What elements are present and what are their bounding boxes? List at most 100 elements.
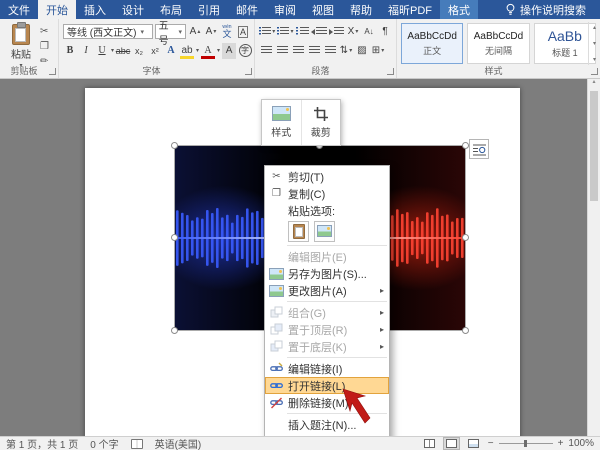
zoom-out-button[interactable]: − bbox=[488, 438, 494, 449]
copy-button[interactable]: ❐ bbox=[40, 40, 49, 53]
subscript-button[interactable]: x₂ bbox=[132, 43, 146, 59]
menu-item-copy[interactable]: ❐ 复制(C) bbox=[265, 185, 389, 202]
paste-button[interactable]: 粘贴 ▾ bbox=[4, 22, 38, 69]
menu-item-bring-to-front[interactable]: 置于顶层(R) ▸ bbox=[265, 321, 389, 338]
tab-mailings[interactable]: 邮件 bbox=[228, 0, 266, 19]
tab-layout[interactable]: 布局 bbox=[152, 0, 190, 19]
align-left-button[interactable] bbox=[259, 43, 273, 59]
italic-button[interactable]: I bbox=[79, 43, 93, 59]
character-shading-button[interactable]: A bbox=[222, 43, 236, 59]
font-size-combobox[interactable]: 五号 ▾ bbox=[155, 24, 186, 39]
print-layout-button[interactable] bbox=[444, 438, 459, 449]
bold-button[interactable]: B bbox=[63, 43, 77, 59]
cut-button[interactable]: ✂ bbox=[40, 25, 49, 38]
line-spacing-button[interactable]: ⇅▾ bbox=[339, 43, 353, 59]
font-color-button[interactable]: A bbox=[201, 43, 215, 59]
tell-me-search[interactable]: 操作说明搜索 bbox=[505, 0, 600, 19]
style-card-normal[interactable]: AaBbCcDd 正文 bbox=[401, 23, 463, 64]
styles-dialog-launcher[interactable] bbox=[591, 68, 598, 75]
enclose-characters-button[interactable]: 字 bbox=[238, 43, 252, 59]
zoom-slider[interactable] bbox=[499, 443, 553, 444]
zoom-in-button[interactable]: + bbox=[558, 438, 564, 449]
underline-dropdown-icon[interactable]: ▾ bbox=[111, 47, 114, 54]
menu-item-save-as-picture[interactable]: 另存为图片(S)... bbox=[265, 265, 389, 282]
menu-item-edit-picture[interactable]: 编辑图片(E) bbox=[265, 248, 389, 265]
character-border-button[interactable]: A bbox=[236, 24, 250, 40]
scrollbar-thumb[interactable] bbox=[590, 91, 598, 201]
read-mode-button[interactable] bbox=[422, 438, 437, 449]
align-center-button[interactable] bbox=[275, 43, 289, 59]
tab-picture-format[interactable]: 格式 bbox=[440, 0, 478, 19]
justify-button[interactable] bbox=[307, 43, 321, 59]
increase-indent-button[interactable] bbox=[329, 24, 344, 40]
phonetic-guide-button[interactable]: wén 文 bbox=[220, 24, 234, 40]
menu-item-change-picture[interactable]: 更改图片(A) ▸ bbox=[265, 282, 389, 299]
tab-insert[interactable]: 插入 bbox=[76, 0, 114, 19]
menu-item-edit-link[interactable]: 编辑链接(I) bbox=[265, 360, 389, 377]
tab-references[interactable]: 引用 bbox=[190, 0, 228, 19]
shading-button[interactable]: ▨ bbox=[355, 43, 369, 59]
shrink-font-button[interactable]: A▾ bbox=[204, 24, 218, 40]
paste-as-picture-button[interactable] bbox=[314, 221, 335, 242]
superscript-button[interactable]: x² bbox=[148, 43, 162, 59]
picture-styles-button[interactable]: 样式 bbox=[262, 100, 301, 145]
menu-item-wrap-text[interactable]: 环绕文字(W) ▸ bbox=[265, 433, 389, 436]
multilevel-list-button[interactable] bbox=[295, 24, 309, 40]
gallery-up-icon[interactable]: ▴ bbox=[593, 24, 596, 31]
selection-handle-nw[interactable] bbox=[171, 142, 178, 149]
sort-button[interactable]: A↓ bbox=[362, 24, 376, 40]
style-card-heading1[interactable]: AaBb 标题 1 bbox=[534, 23, 596, 64]
gallery-more-icon[interactable]: ▾ bbox=[593, 56, 596, 63]
selection-handle-sw[interactable] bbox=[171, 327, 178, 334]
paste-keep-source-button[interactable] bbox=[288, 221, 309, 242]
font-name-combobox[interactable]: 等线 (西文正文) ▾ bbox=[63, 24, 153, 39]
text-highlight-button[interactable]: ab bbox=[180, 43, 194, 59]
tab-review[interactable]: 审阅 bbox=[266, 0, 304, 19]
web-layout-button[interactable] bbox=[466, 438, 481, 449]
zoom-percentage[interactable]: 100% bbox=[568, 438, 594, 449]
scroll-up-icon[interactable]: ▴ bbox=[592, 79, 595, 85]
crop-button[interactable]: 裁剪 bbox=[301, 100, 341, 145]
bullets-button[interactable]: ▾ bbox=[259, 24, 275, 40]
tab-design[interactable]: 设计 bbox=[114, 0, 152, 19]
page-indicator[interactable]: 第 1 页，共 1 页 bbox=[6, 436, 78, 450]
tab-file[interactable]: 文件 bbox=[0, 0, 38, 19]
selection-handle-w[interactable] bbox=[171, 234, 178, 241]
menu-item-cut[interactable]: ✂ 剪切(T) bbox=[265, 168, 389, 185]
cut-icon: ✂ bbox=[40, 26, 48, 37]
highlight-dropdown-icon[interactable]: ▾ bbox=[196, 47, 199, 54]
selection-handle-ne[interactable] bbox=[462, 142, 469, 149]
language-indicator[interactable]: 英语(美国) bbox=[155, 436, 202, 450]
show-marks-button[interactable]: ¶ bbox=[378, 24, 392, 40]
menu-item-group[interactable]: 组合(G) ▸ bbox=[265, 304, 389, 321]
tab-help[interactable]: 帮助 bbox=[342, 0, 380, 19]
style-card-no-spacing[interactable]: AaBbCcDd 无间隔 bbox=[467, 23, 529, 64]
decrease-indent-button[interactable] bbox=[311, 24, 326, 40]
text-effects-button[interactable]: A bbox=[164, 43, 178, 59]
tab-view[interactable]: 视图 bbox=[304, 0, 342, 19]
font-dialog-launcher[interactable] bbox=[245, 68, 252, 75]
selection-handle-se[interactable] bbox=[462, 327, 469, 334]
font-color-dropdown-icon[interactable]: ▾ bbox=[217, 47, 220, 54]
styles-gallery-scroll[interactable]: ▴ ▾ ▾ bbox=[588, 22, 600, 65]
tab-foxit-pdf[interactable]: 福昕PDF bbox=[380, 0, 440, 19]
tab-home[interactable]: 开始 bbox=[38, 0, 76, 19]
underline-button[interactable]: U bbox=[95, 43, 109, 59]
asian-layout-button[interactable]: X▾ bbox=[346, 24, 360, 40]
vertical-scrollbar[interactable]: ▴ bbox=[587, 78, 600, 436]
zoom-slider-thumb[interactable] bbox=[524, 440, 527, 447]
word-count[interactable]: 0 个字 bbox=[90, 436, 118, 450]
numbering-button[interactable]: ▾ bbox=[277, 24, 293, 40]
grow-font-button[interactable]: A▴ bbox=[188, 24, 202, 40]
layout-options-button[interactable] bbox=[469, 139, 489, 159]
proofing-icon[interactable] bbox=[131, 439, 143, 449]
paragraph-dialog-launcher[interactable] bbox=[387, 68, 394, 75]
gallery-down-icon[interactable]: ▾ bbox=[593, 40, 596, 47]
borders-button[interactable]: ⊞▾ bbox=[371, 43, 385, 59]
clipboard-dialog-launcher[interactable] bbox=[49, 68, 56, 75]
selection-handle-e[interactable] bbox=[462, 234, 469, 241]
strikethrough-button[interactable]: abc bbox=[116, 43, 130, 59]
menu-item-send-to-back[interactable]: 置于底层(K) ▸ bbox=[265, 338, 389, 355]
align-right-button[interactable] bbox=[291, 43, 305, 59]
distribute-button[interactable] bbox=[323, 43, 337, 59]
